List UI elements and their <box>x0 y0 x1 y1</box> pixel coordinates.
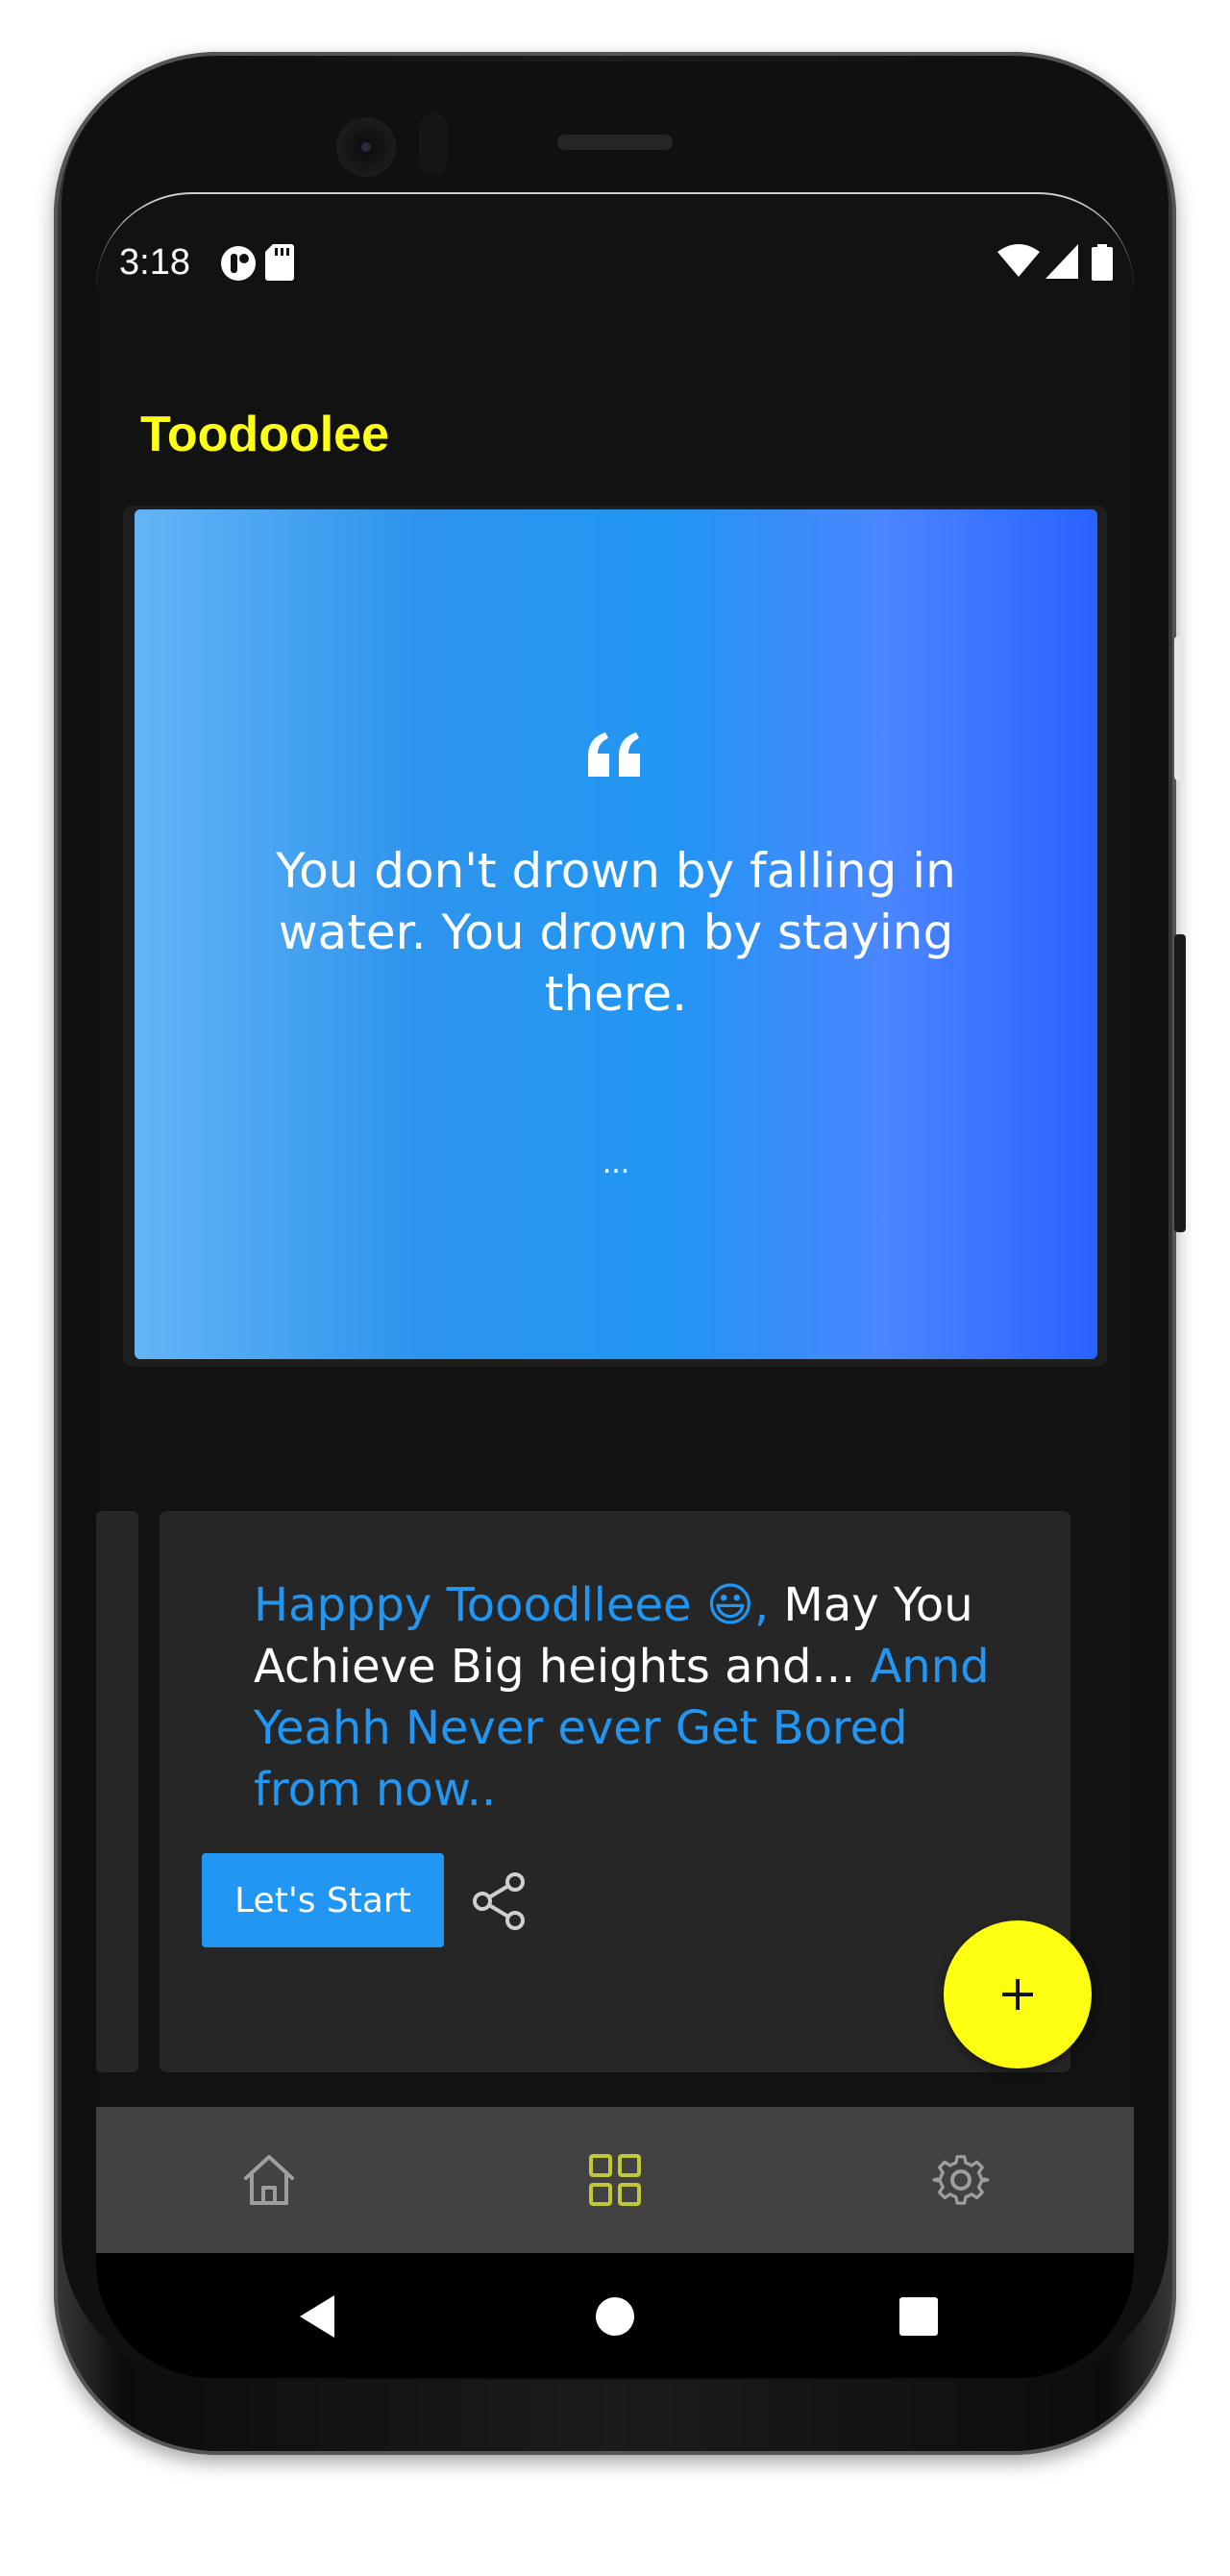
status-time: 3:18 <box>119 242 190 283</box>
plus-icon <box>1002 1979 1033 2010</box>
grid-icon <box>589 2154 641 2206</box>
system-navigation-bar <box>96 2253 1134 2378</box>
front-sensor <box>419 113 448 175</box>
earpiece-speaker <box>557 135 673 150</box>
home-icon <box>244 2155 294 2205</box>
add-task-fab[interactable] <box>944 1920 1092 2068</box>
back-icon[interactable] <box>281 2280 354 2353</box>
quote-card[interactable]: You don't drown by falling in water. You… <box>135 509 1097 1359</box>
promo-greeting: Happpy Tooodlleee 😃, <box>254 1578 770 1632</box>
bottom-navigation <box>96 2107 1134 2253</box>
nav-settings[interactable] <box>788 2107 1134 2253</box>
promo-card: Happpy Tooodlleee 😃, May You Achieve Big… <box>160 1511 1070 2072</box>
home-circle-icon[interactable] <box>578 2280 652 2353</box>
status-app-icon <box>221 246 256 281</box>
previous-card-peek[interactable] <box>96 1511 138 2072</box>
share-icon[interactable] <box>469 1870 530 1932</box>
phone-side-button-top <box>1174 636 1184 780</box>
gear-icon <box>932 2155 990 2205</box>
quote-icon <box>588 732 640 777</box>
front-camera <box>336 117 396 177</box>
signal-icon <box>1046 244 1078 279</box>
wifi-icon <box>997 244 1040 277</box>
lets-start-button[interactable]: Let's Start <box>202 1853 444 1947</box>
status-bar: 3:18 <box>96 236 1134 290</box>
nav-home[interactable] <box>96 2107 442 2253</box>
phone-power-button <box>1174 934 1186 1232</box>
nav-grid[interactable] <box>442 2107 788 2253</box>
promo-message: Happpy Tooodlleee 😃, May You Achieve Big… <box>254 1574 1003 1821</box>
screen: 3:18 Toodoolee You don't drown by fallin… <box>96 192 1134 2378</box>
sd-card-icon <box>265 244 294 281</box>
quote-text: You don't drown by falling in water. You… <box>276 843 956 1022</box>
app-title: Toodoolee <box>140 407 390 462</box>
battery-icon <box>1092 244 1113 281</box>
recents-icon[interactable] <box>882 2280 955 2353</box>
quote-author: ... <box>602 1144 630 1180</box>
